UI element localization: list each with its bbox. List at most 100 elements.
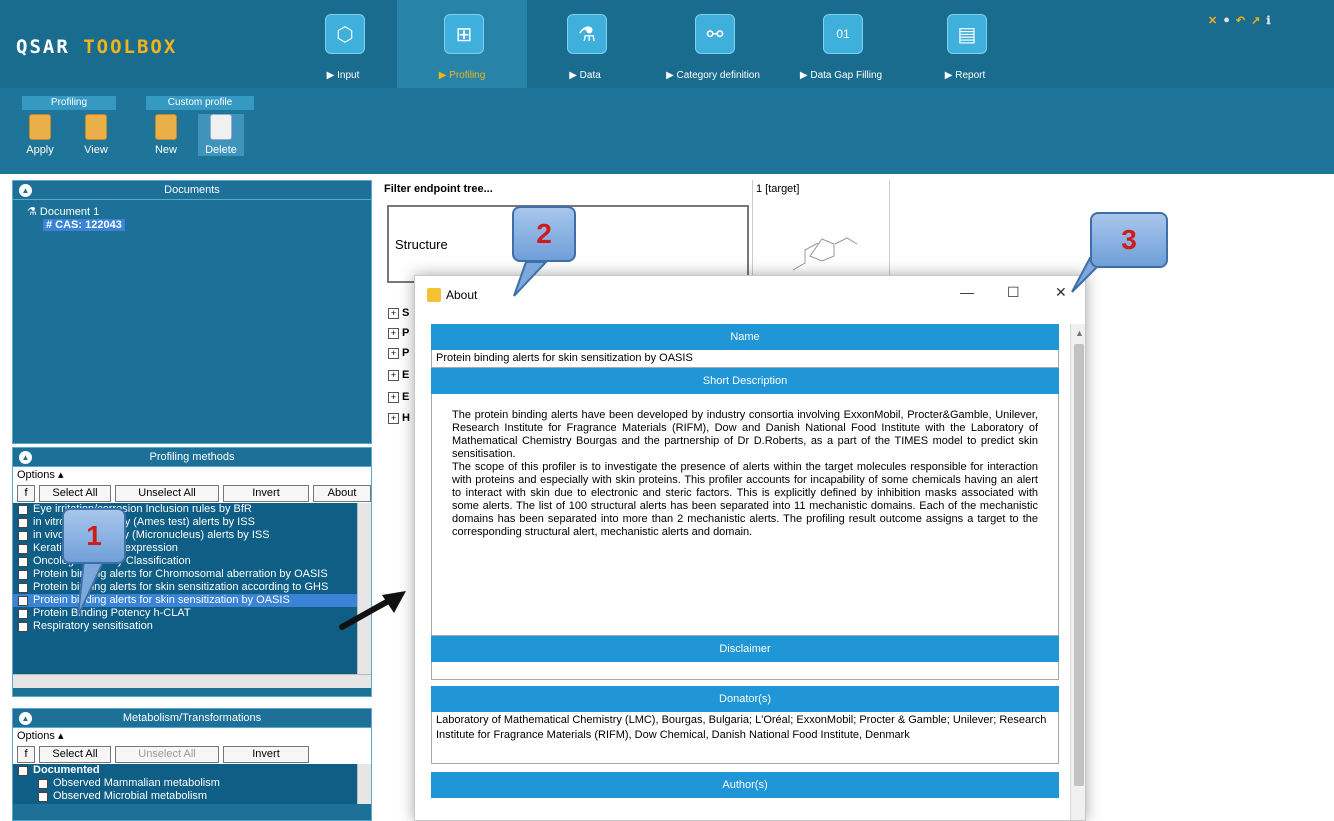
- tab-data[interactable]: ⚗ ▶ Data: [520, 0, 650, 88]
- disclaimer-value: [431, 662, 1059, 680]
- checkbox[interactable]: [18, 557, 28, 567]
- group-profiling-title: Profiling: [22, 96, 116, 110]
- list-item[interactable]: Protein binding alerts for skin sensitiz…: [13, 594, 371, 607]
- checkbox[interactable]: [18, 505, 28, 515]
- hierarchy-icon: ⚯: [695, 14, 735, 54]
- options-menu[interactable]: Options ▴: [13, 467, 371, 483]
- tree-expand-icon[interactable]: +: [388, 348, 399, 359]
- tab-data-gap-filling[interactable]: 01 ▶ Data Gap Filling: [776, 0, 906, 88]
- metabolism-options-menu[interactable]: Options ▴: [13, 728, 371, 744]
- settings-icon[interactable]: ●: [1223, 14, 1230, 27]
- description-text: The protein binding alerts have been dev…: [431, 394, 1059, 636]
- list-item-label: Respiratory sensitisation: [33, 620, 153, 632]
- tree-node[interactable]: P: [402, 327, 409, 339]
- checkbox[interactable]: [18, 622, 28, 632]
- checkbox[interactable]: [18, 544, 28, 554]
- oecd-description: The OECD QSAR Toolbox for Grouping Chemi…: [1201, 185, 1319, 222]
- minimize-icon[interactable]: —: [960, 284, 974, 300]
- view-button[interactable]: View: [76, 114, 116, 156]
- new-icon: [155, 114, 177, 140]
- tree-expand-icon[interactable]: +: [388, 308, 399, 319]
- tab-profiling-label: ▶ Profiling: [438, 70, 486, 81]
- filter-endpoint-tree[interactable]: Filter endpoint tree...: [384, 183, 493, 195]
- tree-node[interactable]: E: [402, 391, 409, 403]
- target-column-header: 1 [target]: [756, 183, 800, 195]
- tab-category-definition[interactable]: ⚯ ▶ Category definition: [648, 0, 778, 88]
- select-all-button[interactable]: Select All: [39, 485, 111, 502]
- undo-icon[interactable]: ↶: [1236, 14, 1245, 27]
- close-app-icon[interactable]: ✕: [1208, 14, 1217, 27]
- list-item-label: Protein binding alerts for skin sensitiz…: [33, 594, 290, 606]
- checkbox[interactable]: [18, 609, 28, 619]
- tab-report[interactable]: ▤ ▶ Report: [900, 0, 1030, 88]
- tree-expand-icon[interactable]: +: [388, 392, 399, 403]
- checkbox[interactable]: [18, 583, 28, 593]
- new-button[interactable]: New: [146, 114, 186, 156]
- checkbox[interactable]: [18, 531, 28, 541]
- metabolism-select-all-button[interactable]: Select All: [39, 746, 111, 763]
- about-window-icon: [427, 288, 441, 302]
- tree-node[interactable]: P: [402, 347, 409, 359]
- tree-expand-icon[interactable]: +: [388, 328, 399, 339]
- list-item[interactable]: Documented: [13, 764, 371, 777]
- tree-expand-icon[interactable]: +: [388, 370, 399, 381]
- about-scrollbar[interactable]: ▲: [1070, 324, 1085, 820]
- maximize-icon[interactable]: ☐: [1007, 284, 1020, 301]
- name-value: Protein binding alerts for skin sensitiz…: [431, 350, 1059, 368]
- cas-node[interactable]: # CAS: 122043: [43, 219, 125, 231]
- unselect-all-button[interactable]: Unselect All: [115, 485, 219, 502]
- description-section-header: Short Description: [431, 368, 1059, 394]
- list-item[interactable]: Protein binding alerts for Chromosomal a…: [13, 568, 371, 581]
- tab-profiling[interactable]: ⊞ ▶ Profiling: [397, 0, 527, 88]
- main-toolbar: QSAR TOOLBOX ⬡ ▶ Input ⊞ ▶ Profiling ⚗ ▶…: [0, 0, 1334, 88]
- profiling-ribbon: Profiling Custom profile Apply View New …: [0, 88, 1334, 264]
- tab-data-label: ▶ Data: [569, 70, 601, 81]
- profiling-methods-panel: ▲ Profiling methods Options ▴ f Select A…: [12, 447, 372, 697]
- list-item[interactable]: Observed Microbial metabolism: [13, 790, 371, 803]
- tree-node[interactable]: S: [402, 307, 409, 319]
- filter-button[interactable]: f: [17, 485, 35, 502]
- callout-2: 2: [512, 206, 576, 262]
- methods-horizontal-scrollbar[interactable]: [13, 674, 371, 688]
- about-button[interactable]: About: [313, 485, 371, 502]
- tree-node[interactable]: H: [402, 412, 410, 424]
- info-icon[interactable]: ℹ: [1266, 14, 1270, 27]
- apply-button[interactable]: Apply: [20, 114, 60, 156]
- collapse-icon[interactable]: ▲: [19, 712, 32, 725]
- callout-2-tail: [513, 261, 549, 297]
- about-dialog-title: About: [446, 288, 478, 302]
- collapse-icon[interactable]: ▲: [19, 451, 32, 464]
- tab-input[interactable]: ⬡ ▶ Input: [278, 0, 408, 88]
- scroll-up-icon[interactable]: ▲: [1075, 328, 1084, 338]
- list-item[interactable]: Observed Mammalian metabolism: [13, 777, 371, 790]
- checkbox[interactable]: [18, 596, 28, 606]
- name-section-header: Name: [431, 324, 1059, 350]
- scroll-thumb[interactable]: [1074, 344, 1084, 786]
- donators-section-header: Donator(s): [431, 686, 1059, 712]
- callout-3: 3: [1090, 212, 1168, 268]
- collapse-icon[interactable]: ▲: [19, 184, 32, 197]
- document-node[interactable]: ⚗ Document 1: [13, 206, 371, 219]
- metabolism-unselect-all-button[interactable]: Unselect All: [115, 746, 219, 763]
- redo-icon[interactable]: ↗: [1251, 14, 1260, 27]
- list-item[interactable]: Respiratory sensitisation: [13, 620, 371, 633]
- metabolism-filter-button[interactable]: f: [17, 746, 35, 763]
- hexagon-icon: ⬡: [325, 14, 365, 54]
- list-item[interactable]: Protein Binding Potency h-CLAT: [13, 607, 371, 620]
- methods-button-row: f Select All Unselect All Invert About: [13, 483, 371, 503]
- disclaimer-section-header: Disclaimer: [431, 636, 1059, 662]
- tree-expand-icon[interactable]: +: [388, 413, 399, 424]
- metabolism-vertical-scrollbar[interactable]: [357, 764, 371, 804]
- delete-button[interactable]: Delete: [198, 114, 244, 156]
- tree-node[interactable]: E: [402, 369, 409, 381]
- invert-button[interactable]: Invert: [223, 485, 309, 502]
- group-custom-profile-title: Custom profile: [146, 96, 254, 110]
- close-icon[interactable]: ✕: [1055, 284, 1067, 301]
- checkbox[interactable]: [18, 570, 28, 580]
- authors-section-header: Author(s): [431, 772, 1059, 798]
- molecule-structure: [792, 237, 858, 271]
- metabolism-list: Documented Observed Mammalian metabolism…: [13, 764, 371, 804]
- checkbox[interactable]: [18, 518, 28, 528]
- list-item[interactable]: Protein binding alerts for skin sensitiz…: [13, 581, 371, 594]
- metabolism-invert-button[interactable]: Invert: [223, 746, 309, 763]
